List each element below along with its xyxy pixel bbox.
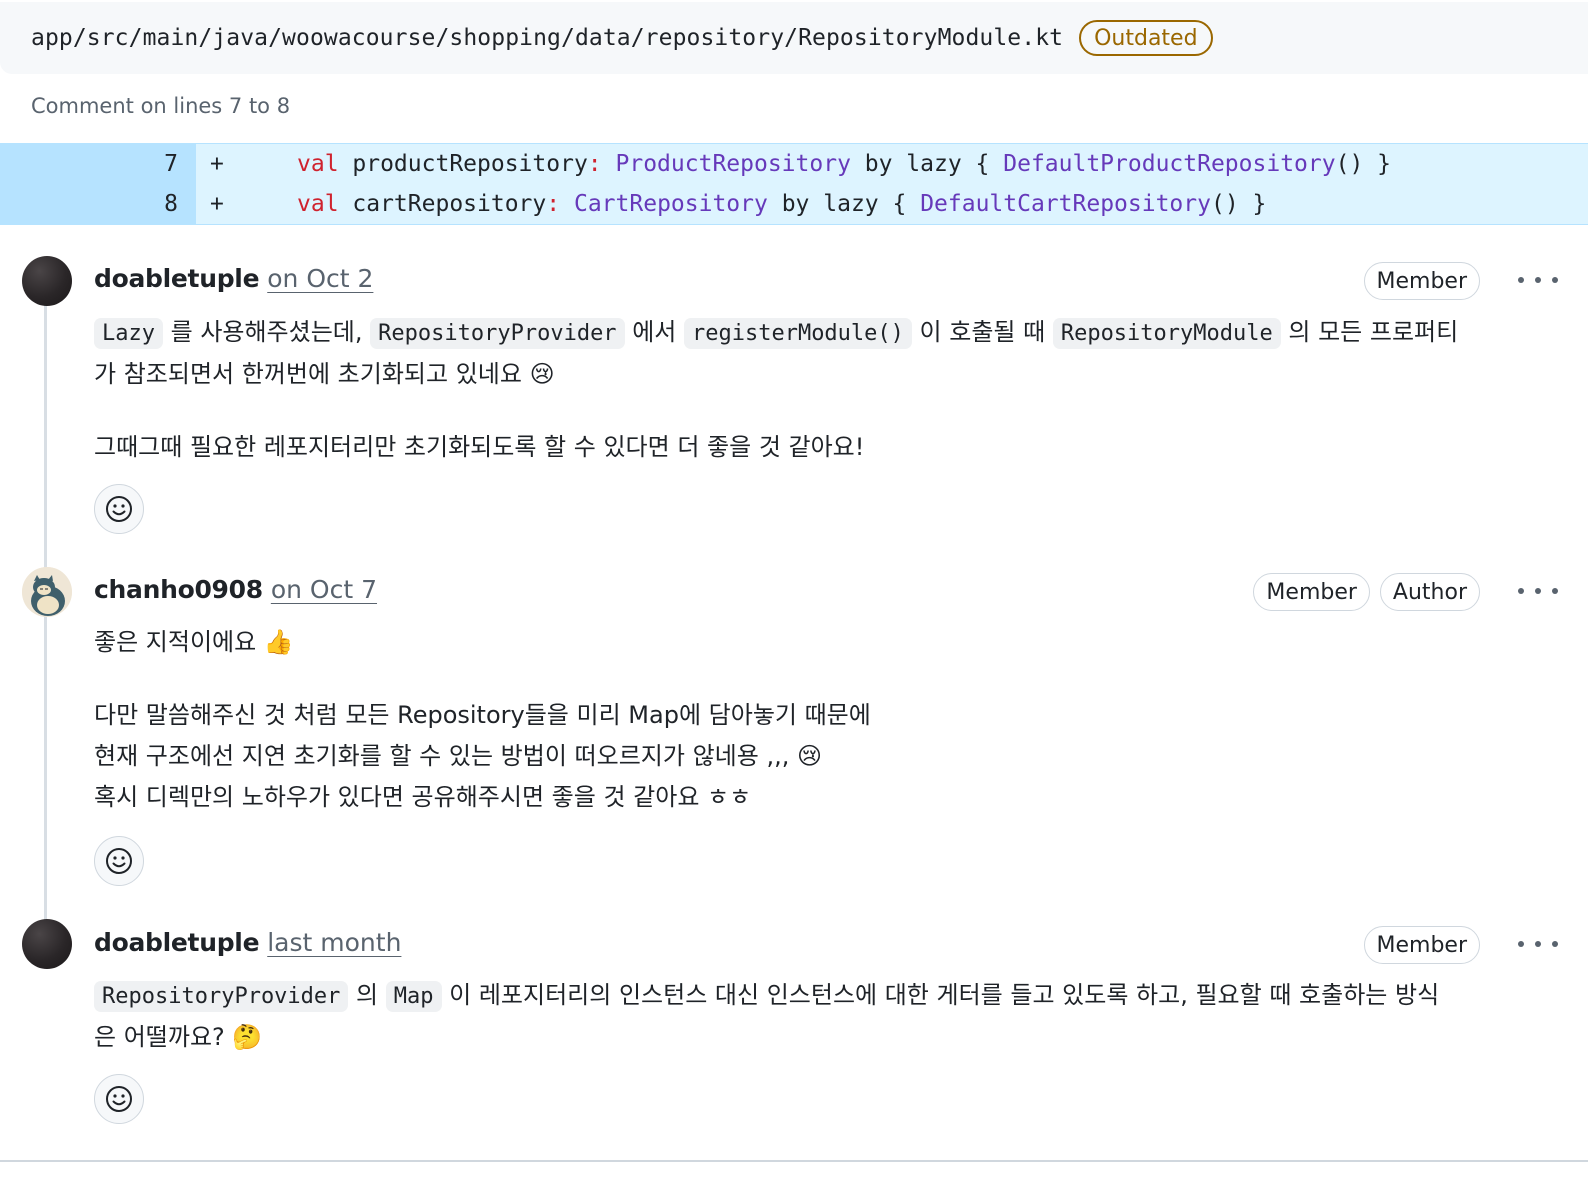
code-impl-type: DefaultCartRepository	[920, 191, 1211, 217]
diff-sign: +	[210, 151, 224, 177]
text: 의 모든 프로퍼티	[1280, 318, 1459, 346]
inline-code: registerModule()	[683, 318, 912, 349]
line-number[interactable]: 8	[0, 191, 178, 217]
inline-code: Lazy	[94, 318, 163, 349]
code-text-mid: by lazy {	[767, 191, 921, 217]
comment-header: doabletuple on Oct 2	[94, 264, 373, 293]
text: 가 참조되면서 한꺼번에 초기화되고 있네요 😢	[94, 360, 555, 388]
add-reaction-button[interactable]	[94, 836, 144, 886]
comment-header: doabletuple last month	[94, 928, 401, 957]
kebab-dot	[1552, 588, 1558, 594]
diff-sign: +	[210, 191, 224, 217]
comment-header: chanho0908 on Oct 7	[94, 575, 377, 604]
review-thread: app/src/main/java/woowacourse/shopping/d…	[0, 0, 1588, 1162]
kebab-dot	[1535, 941, 1541, 947]
outdated-badge: Outdated	[1079, 20, 1213, 56]
comment-body: RepositoryProvider 의 Map 이 레포지터리의 인스턴스 대…	[94, 975, 1534, 1058]
code-text: val productRepository: ProductRepository…	[297, 151, 1391, 177]
comment-paragraph: 현재 구조에선 지연 초기화를 할 수 있는 방법이 떠오르지가 않네용 ,,,…	[94, 742, 822, 770]
inline-code: RepositoryModule	[1052, 318, 1281, 349]
more-options-button[interactable]	[1518, 581, 1558, 601]
text: 이 레포지터리의 인스턴스 대신 인스턴스에 대한 게터를 들고 있도록 하고,…	[441, 981, 1440, 1009]
comment-paragraph: 혹시 디렉만의 노하우가 있다면 공유해주시면 좋을 것 같아요 ㅎㅎ	[94, 783, 752, 811]
kebab-horizontal-icon	[1518, 941, 1524, 947]
text: 은 어떨까요? 🤔	[94, 1023, 263, 1051]
code-keyword: val	[297, 151, 339, 177]
inline-code: RepositoryProvider	[370, 318, 625, 349]
smiley-icon	[106, 848, 132, 874]
avatar[interactable]	[22, 567, 72, 617]
avatar[interactable]	[22, 256, 72, 306]
role-badges: Member	[1363, 926, 1480, 964]
member-badge: Member	[1363, 926, 1480, 964]
code-text-end: () }	[1335, 151, 1391, 177]
file-header: app/src/main/java/woowacourse/shopping/d…	[0, 2, 1588, 74]
code-identifier: cartRepository	[338, 191, 547, 217]
text: 의	[348, 981, 386, 1009]
comment-body: Lazy 를 사용해주셨는데, RepositoryProvider 에서 re…	[94, 312, 1534, 468]
code-type: CartRepository	[573, 191, 768, 217]
snorlax-avatar-image	[22, 567, 72, 617]
add-reaction-button[interactable]	[94, 484, 144, 534]
kebab-horizontal-icon	[1518, 277, 1524, 283]
smiley-icon	[106, 1086, 132, 1112]
timestamp-link[interactable]: on Oct 2	[267, 264, 373, 293]
more-options-button[interactable]	[1518, 934, 1558, 954]
author-link[interactable]: chanho0908	[94, 575, 263, 604]
diff-line: 8 + val cartRepository: CartRepository b…	[0, 184, 1588, 224]
code-text-end: () }	[1210, 191, 1267, 217]
diff-line: 7 + val productRepository: ProductReposi…	[0, 144, 1588, 184]
comment-paragraph: Lazy 를 사용해주셨는데, RepositoryProvider 에서 re…	[94, 312, 1534, 395]
text: 에서	[624, 318, 684, 346]
code-text: val cartRepository: CartRepository by la…	[297, 191, 1266, 217]
diff-snippet: 7 + val productRepository: ProductReposi…	[0, 143, 1588, 225]
author-link[interactable]: doabletuple	[94, 264, 260, 293]
timestamp-link[interactable]: on Oct 7	[271, 575, 377, 604]
code-impl-type: DefaultProductRepository	[1003, 151, 1336, 177]
code-colon: :	[546, 191, 561, 217]
code-type: ProductRepository	[615, 151, 851, 177]
comment-paragraph: RepositoryProvider 의 Map 이 레포지터리의 인스턴스 대…	[94, 975, 1534, 1058]
avatar[interactable]	[22, 919, 72, 969]
text: 이 호출될 때	[911, 318, 1053, 346]
kebab-horizontal-icon	[1518, 588, 1524, 594]
comment-range-label: Comment on lines 7 to 8	[31, 94, 291, 118]
smiley-icon	[106, 496, 132, 522]
member-badge: Member	[1253, 573, 1370, 611]
code-colon: :	[587, 151, 602, 177]
member-badge: Member	[1363, 262, 1480, 300]
inline-code: Map	[385, 981, 442, 1012]
timestamp-link[interactable]: last month	[267, 928, 401, 957]
more-options-button[interactable]	[1518, 270, 1558, 290]
line-number[interactable]: 7	[0, 151, 178, 177]
add-reaction-button[interactable]	[94, 1074, 144, 1124]
kebab-dot	[1535, 588, 1541, 594]
text: 를 사용해주셨는데,	[162, 318, 371, 346]
code-keyword: val	[297, 191, 339, 217]
code-text-mid: by lazy {	[850, 151, 1004, 177]
file-path-link[interactable]: app/src/main/java/woowacourse/shopping/d…	[31, 25, 1063, 51]
comment-paragraph: 그때그때 필요한 레포지터리만 초기화되도록 할 수 있다면 더 좋을 것 같아…	[94, 433, 865, 461]
kebab-dot	[1552, 941, 1558, 947]
comment-paragraph: 좋은 지적이에요 👍	[94, 628, 294, 656]
author-badge: Author	[1379, 573, 1480, 611]
inline-code: RepositoryProvider	[94, 981, 349, 1012]
role-badges: Member	[1363, 262, 1480, 300]
code-identifier: productRepository	[338, 151, 588, 177]
kebab-dot	[1552, 277, 1558, 283]
comment-body: 좋은 지적이에요 👍 다만 말씀해주신 것 처럼 모든 Repository들을…	[94, 622, 1534, 818]
author-link[interactable]: doabletuple	[94, 928, 260, 957]
role-badges: Member Author	[1253, 573, 1480, 611]
comment-paragraph: 다만 말씀해주신 것 처럼 모든 Repository들을 미리 Map에 담아…	[94, 701, 871, 729]
kebab-dot	[1535, 277, 1541, 283]
